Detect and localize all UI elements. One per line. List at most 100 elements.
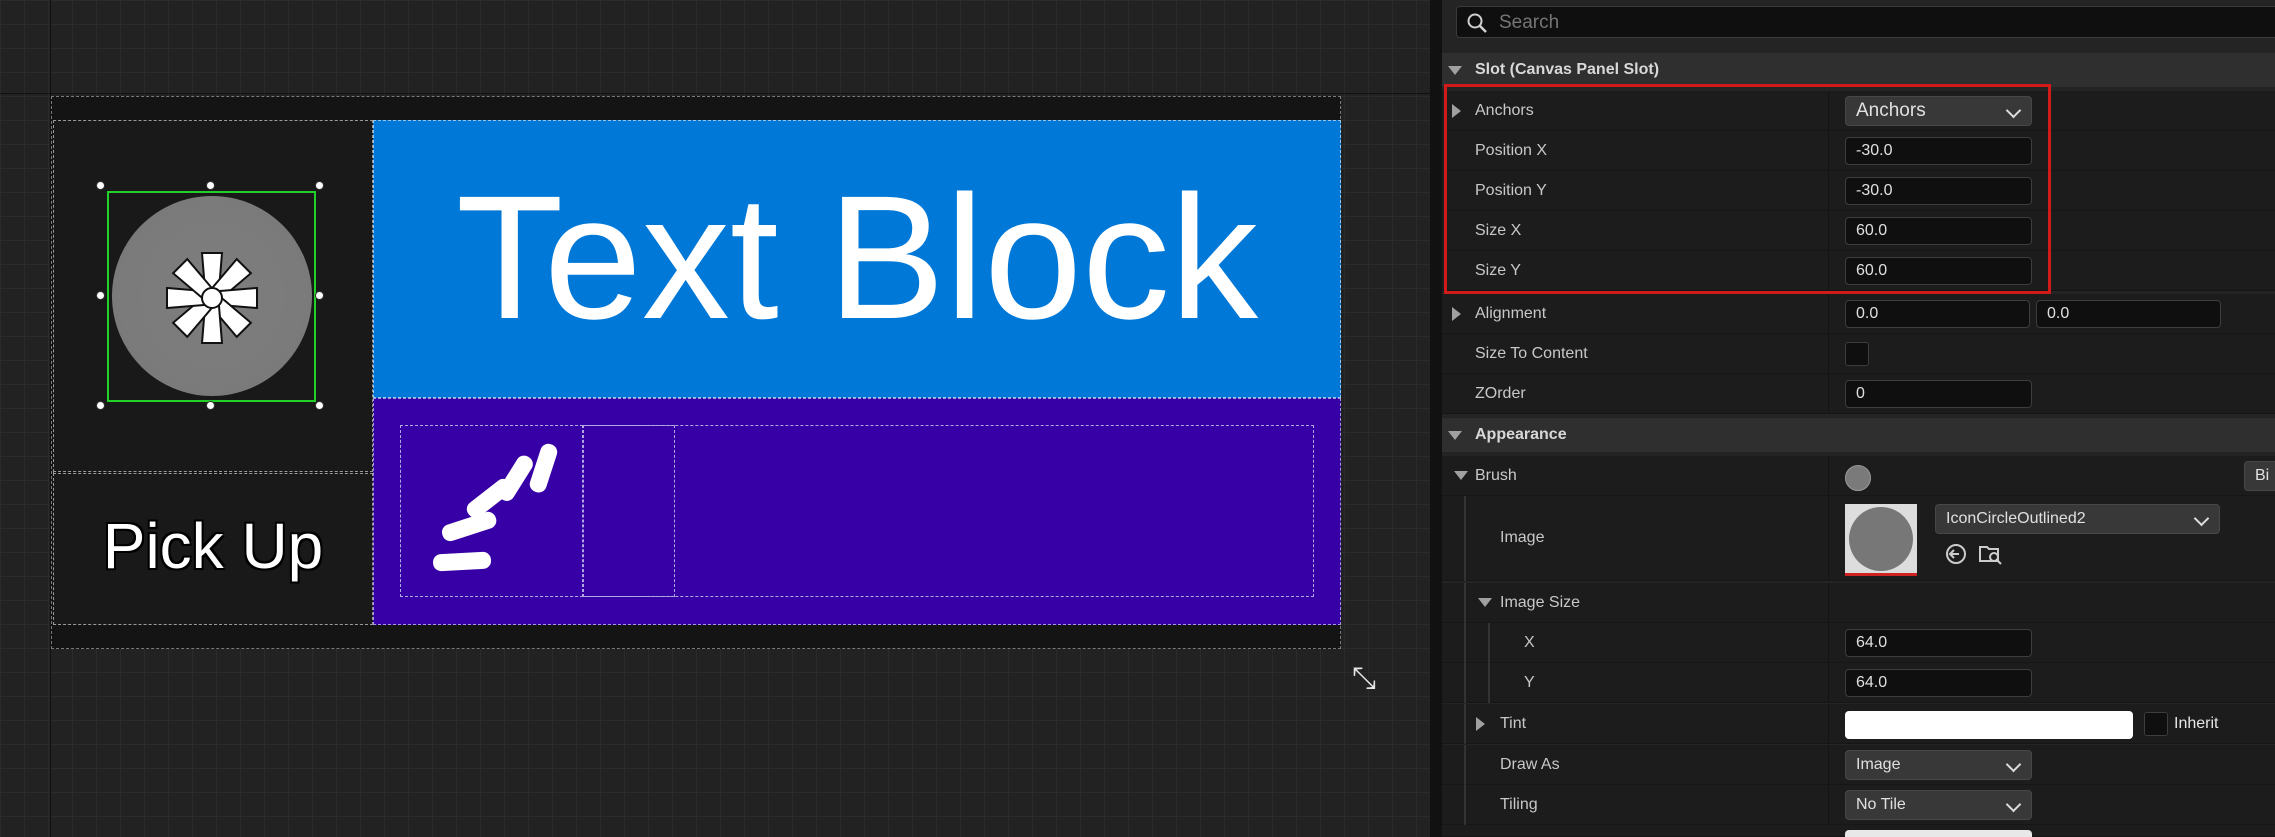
- brush-row: Brush Bi: [1442, 456, 2275, 496]
- resize-handle-right[interactable]: [315, 291, 324, 300]
- tiling-label: Tiling: [1500, 796, 1538, 813]
- search-icon: [1467, 13, 1487, 33]
- image-asset-dropdown[interactable]: IconCircleOutlined2: [1935, 504, 2220, 534]
- indent-guide: [1464, 623, 1466, 663]
- indent-guide: [1488, 663, 1490, 703]
- column-divider[interactable]: [1828, 294, 1829, 333]
- expand-arrow-icon[interactable]: [1476, 717, 1485, 731]
- image-size-x-label: X: [1524, 634, 1535, 651]
- indent-guide: [1464, 704, 1466, 744]
- brush-label: Brush: [1475, 467, 1517, 484]
- inherit-checkbox[interactable]: [2144, 712, 2168, 736]
- image-label: Image: [1500, 529, 1545, 546]
- column-divider[interactable]: [1828, 704, 1829, 743]
- column-divider[interactable]: [1828, 496, 1829, 580]
- tiling-dropdown[interactable]: No Tile: [1845, 790, 2032, 820]
- panel-splitter[interactable]: [1430, 0, 1442, 837]
- expand-arrow-icon[interactable]: [1452, 307, 1461, 321]
- search-box[interactable]: [1456, 6, 2275, 39]
- pick-up-text[interactable]: Pick Up: [53, 506, 373, 586]
- collapse-arrow-icon[interactable]: [1454, 471, 1468, 480]
- image-size-label: Image Size: [1500, 594, 1581, 611]
- column-divider[interactable]: [1828, 623, 1829, 662]
- chevron-down-icon: [2193, 510, 2210, 527]
- chevron-down-icon: [2005, 756, 2022, 773]
- indent-guide: [1464, 583, 1466, 623]
- collapse-arrow-icon[interactable]: [1448, 431, 1462, 440]
- alignment-y-field[interactable]: 0.0: [2036, 300, 2221, 328]
- image-size-y-label: Y: [1524, 674, 1535, 691]
- next-row-partial: [1442, 825, 2275, 837]
- resize-handle-top[interactable]: [206, 181, 215, 190]
- column-divider[interactable]: [1828, 334, 1829, 373]
- column-divider[interactable]: [1828, 785, 1829, 824]
- chevron-down-icon: [2005, 796, 2022, 813]
- draw-as-dropdown[interactable]: Image: [1845, 750, 2032, 780]
- brush-type-label: Bi: [2255, 467, 2270, 484]
- draw-as-row: Draw As Image: [1442, 745, 2275, 785]
- image-size-x-row: X 64.0: [1442, 623, 2275, 663]
- brush-type-button[interactable]: Bi: [2244, 461, 2275, 491]
- selection-outline: [107, 191, 316, 402]
- tint-row: Tint Inherit: [1442, 704, 2275, 744]
- resize-handle-bottom-right[interactable]: [315, 401, 324, 410]
- column-divider[interactable]: [1828, 583, 1829, 622]
- image-thumbnail[interactable]: [1845, 504, 1917, 576]
- column-divider[interactable]: [1828, 456, 1829, 495]
- column-divider[interactable]: [1828, 663, 1829, 702]
- zorder-field[interactable]: 0: [1845, 380, 2032, 408]
- slot-section-header[interactable]: Slot (Canvas Panel Slot): [1442, 53, 2275, 87]
- loading-spinner-icon: [433, 443, 558, 572]
- slot-section-title: Slot (Canvas Panel Slot): [1475, 61, 1660, 78]
- column-divider[interactable]: [1828, 745, 1829, 784]
- resize-handle-left[interactable]: [96, 291, 105, 300]
- collapse-arrow-icon[interactable]: [1448, 66, 1462, 75]
- image-asset-value: IconCircleOutlined2: [1946, 510, 2086, 527]
- image-size-row: Image Size: [1442, 583, 2275, 623]
- indent-guide: [1464, 785, 1466, 825]
- tint-color-swatch[interactable]: [1845, 711, 2133, 739]
- resize-handle-top-left[interactable]: [96, 181, 105, 190]
- use-selected-asset-icon[interactable]: [1944, 542, 1968, 566]
- tint-label: Tint: [1500, 715, 1527, 732]
- draw-as-label: Draw As: [1500, 756, 1560, 773]
- highlight-annotation-box: [1444, 84, 2051, 294]
- resize-handle-bottom-left[interactable]: [96, 401, 105, 410]
- inner-slot-2: [583, 425, 675, 597]
- zorder-label: ZOrder: [1475, 385, 1526, 402]
- next-field-partial: [1845, 830, 2032, 837]
- indent-guide: [1464, 663, 1466, 703]
- inherit-label: Inherit: [2174, 715, 2219, 732]
- size-to-content-checkbox[interactable]: [1845, 342, 1869, 366]
- zorder-row: ZOrder 0: [1442, 374, 2275, 414]
- tiling-row: Tiling No Tile: [1442, 785, 2275, 825]
- guide-line-horizontal: [0, 93, 1430, 94]
- draw-as-value: Image: [1856, 756, 1901, 773]
- alignment-label: Alignment: [1475, 305, 1547, 322]
- indent-guide: [1464, 496, 1466, 581]
- circle-thumbnail-icon: [1849, 507, 1913, 571]
- indent-guide: [1464, 745, 1466, 785]
- search-input[interactable]: [1497, 7, 2201, 39]
- column-divider[interactable]: [1828, 374, 1829, 413]
- image-row: Image IconCircleOutlined2: [1442, 496, 2275, 581]
- resize-corner-icon[interactable]: ⤡: [1352, 664, 1376, 694]
- image-size-y-row: Y 64.0: [1442, 663, 2275, 703]
- resize-handle-bottom[interactable]: [206, 401, 215, 410]
- browse-asset-icon[interactable]: [1978, 542, 2004, 566]
- image-size-x-field[interactable]: 64.0: [1845, 629, 2032, 657]
- alignment-x-field[interactable]: 0.0: [1845, 300, 2030, 328]
- resize-handle-top-right[interactable]: [315, 181, 324, 190]
- appearance-section-title: Appearance: [1475, 426, 1567, 443]
- designer-canvas[interactable]: Pick Up Text Block ⤡: [0, 0, 1430, 837]
- brush-preview-icon: [1845, 465, 1871, 491]
- alignment-row: Alignment 0.0 0.0: [1442, 294, 2275, 334]
- size-to-content-label: Size To Content: [1475, 345, 1588, 362]
- size-to-content-row: Size To Content: [1442, 334, 2275, 374]
- text-block-widget[interactable]: Text Block: [373, 160, 1341, 356]
- appearance-section-header[interactable]: Appearance: [1442, 418, 2275, 452]
- indent-guide: [1488, 623, 1490, 663]
- image-size-y-field[interactable]: 64.0: [1845, 669, 2032, 697]
- collapse-arrow-icon[interactable]: [1478, 598, 1492, 607]
- tiling-value: No Tile: [1856, 796, 1906, 813]
